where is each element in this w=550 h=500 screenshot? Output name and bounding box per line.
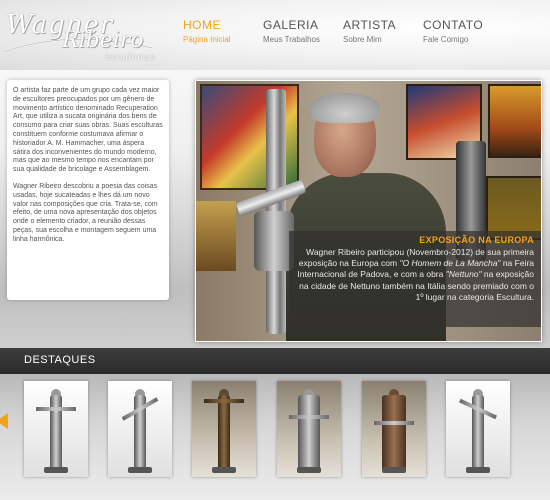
- sculpture-base: [128, 467, 152, 473]
- nav-item-subtitle: Página Inicial: [183, 35, 231, 44]
- site-logo[interactable]: Wagner Ribeiro esculturas: [2, 10, 172, 63]
- sculpture-thumbnail[interactable]: [446, 381, 510, 477]
- sculpture-base: [382, 467, 406, 473]
- sculpture-arms: [289, 415, 329, 419]
- sculpture-figure: [382, 395, 406, 471]
- logo-subtitle: esculturas: [105, 52, 156, 63]
- feature-body: Wagner Ribeiro participou (Novembro-2012…: [296, 247, 534, 303]
- nav-item-title: HOME: [183, 18, 221, 32]
- main-nav: HOME Página Inicial GALERIA Meus Trabalh…: [183, 18, 503, 44]
- sculpture-arms: [204, 399, 244, 403]
- painting-image: [488, 84, 541, 158]
- metal-sculpture-torso: [254, 211, 294, 271]
- feature-work-title: "Nettuno": [445, 269, 482, 280]
- feature-caption: EXPOSIÇÃO NA EUROPA Wagner Ribeiro parti…: [289, 231, 541, 327]
- nav-item-artista[interactable]: ARTISTA Sobre Mim: [343, 18, 423, 44]
- sculpture-arms: [36, 407, 76, 411]
- nav-item-subtitle: Sobre Mim: [343, 35, 382, 44]
- carousel-prev-arrow-icon[interactable]: [0, 413, 8, 429]
- nav-item-home[interactable]: HOME Página Inicial: [183, 18, 263, 44]
- sculpture-thumbnail[interactable]: [192, 381, 256, 477]
- nav-item-title: CONTATO: [423, 18, 484, 32]
- destaques-label: DESTAQUES: [24, 354, 96, 366]
- logo-script-surname: Ribeiro: [62, 28, 144, 53]
- nav-item-subtitle: Meus Trabalhos: [263, 35, 320, 44]
- intro-text-panel: O artista faz parte de um grupo cada vez…: [7, 80, 169, 300]
- sculpture-thumbnail[interactable]: [24, 381, 88, 477]
- destaques-bar: DESTAQUES: [0, 348, 550, 374]
- sculpture-thumbnail[interactable]: [362, 381, 426, 477]
- nav-item-title: GALERIA: [263, 18, 319, 32]
- sculpture-figure: [298, 395, 320, 471]
- sculpture-figure: [218, 395, 230, 471]
- sculpture-thumbnail[interactable]: [108, 381, 172, 477]
- feature-title: EXPOSIÇÃO NA EUROPA: [419, 235, 534, 245]
- sculpture-arms: [374, 421, 414, 425]
- sculpture-base: [44, 467, 68, 473]
- artist-hair: [310, 93, 380, 123]
- intro-paragraph: Wagner Ribeiro descobriu a poesia das co…: [13, 182, 158, 243]
- nav-item-contato[interactable]: CONTATO Fale Comigo: [423, 18, 503, 44]
- painting-image: [196, 201, 236, 271]
- intro-paragraph: O artista faz parte de um grupo cada vez…: [13, 87, 163, 174]
- sculpture-base: [466, 467, 490, 473]
- sculpture-thumbnail[interactable]: [277, 381, 341, 477]
- sculpture-base: [212, 467, 236, 473]
- nav-item-title: ARTISTA: [343, 18, 397, 32]
- feature-work-title: "O Homem de La Mancha": [399, 258, 501, 269]
- sculpture-base: [297, 467, 321, 473]
- nav-item-galeria[interactable]: GALERIA Meus Trabalhos: [263, 18, 343, 44]
- site-header: Wagner Ribeiro esculturas HOME Página In…: [0, 0, 550, 70]
- nav-item-subtitle: Fale Comigo: [423, 35, 469, 44]
- hero-photo[interactable]: EXPOSIÇÃO NA EUROPA Wagner Ribeiro parti…: [195, 80, 542, 342]
